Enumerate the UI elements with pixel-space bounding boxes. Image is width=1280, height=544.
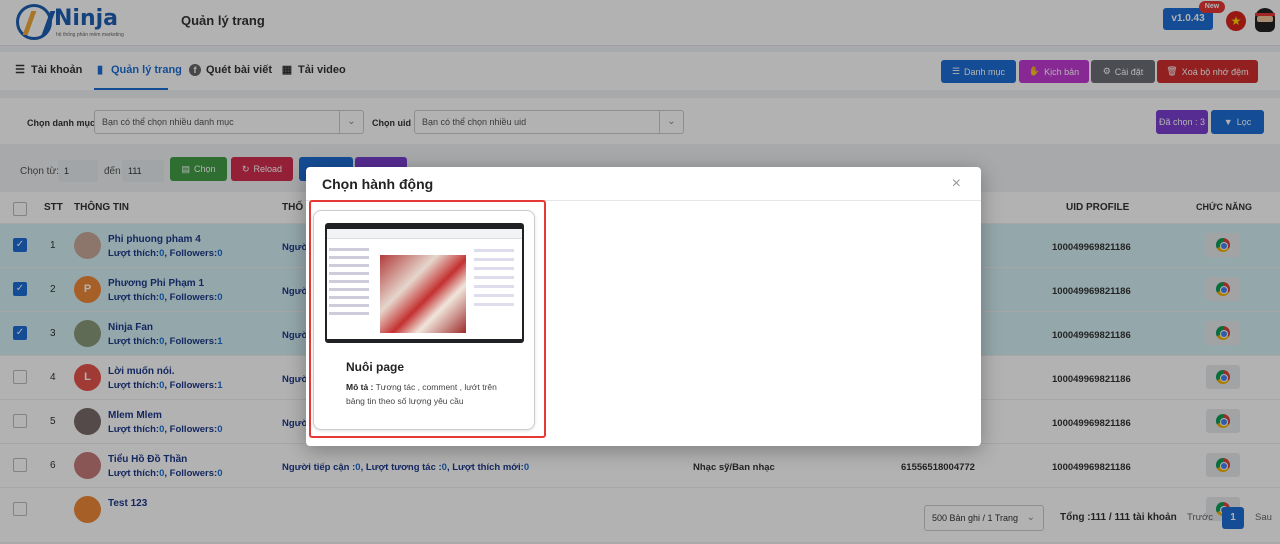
card-thumbnail (325, 223, 524, 343)
card-description: Mô tả : Tương tác , comment , lướt trên … (346, 380, 516, 408)
choose-action-modal: Chọn hành động × Nuôi page Mô tả : Tương… (306, 167, 981, 446)
nurture-page-card[interactable]: Nuôi page Mô tả : Tương tác , comment , … (313, 210, 535, 430)
modal-title: Chọn hành động (322, 176, 434, 192)
close-icon[interactable]: × (952, 175, 961, 193)
card-desc-label: Mô tả : (346, 382, 374, 392)
card-title: Nuôi page (346, 360, 405, 374)
